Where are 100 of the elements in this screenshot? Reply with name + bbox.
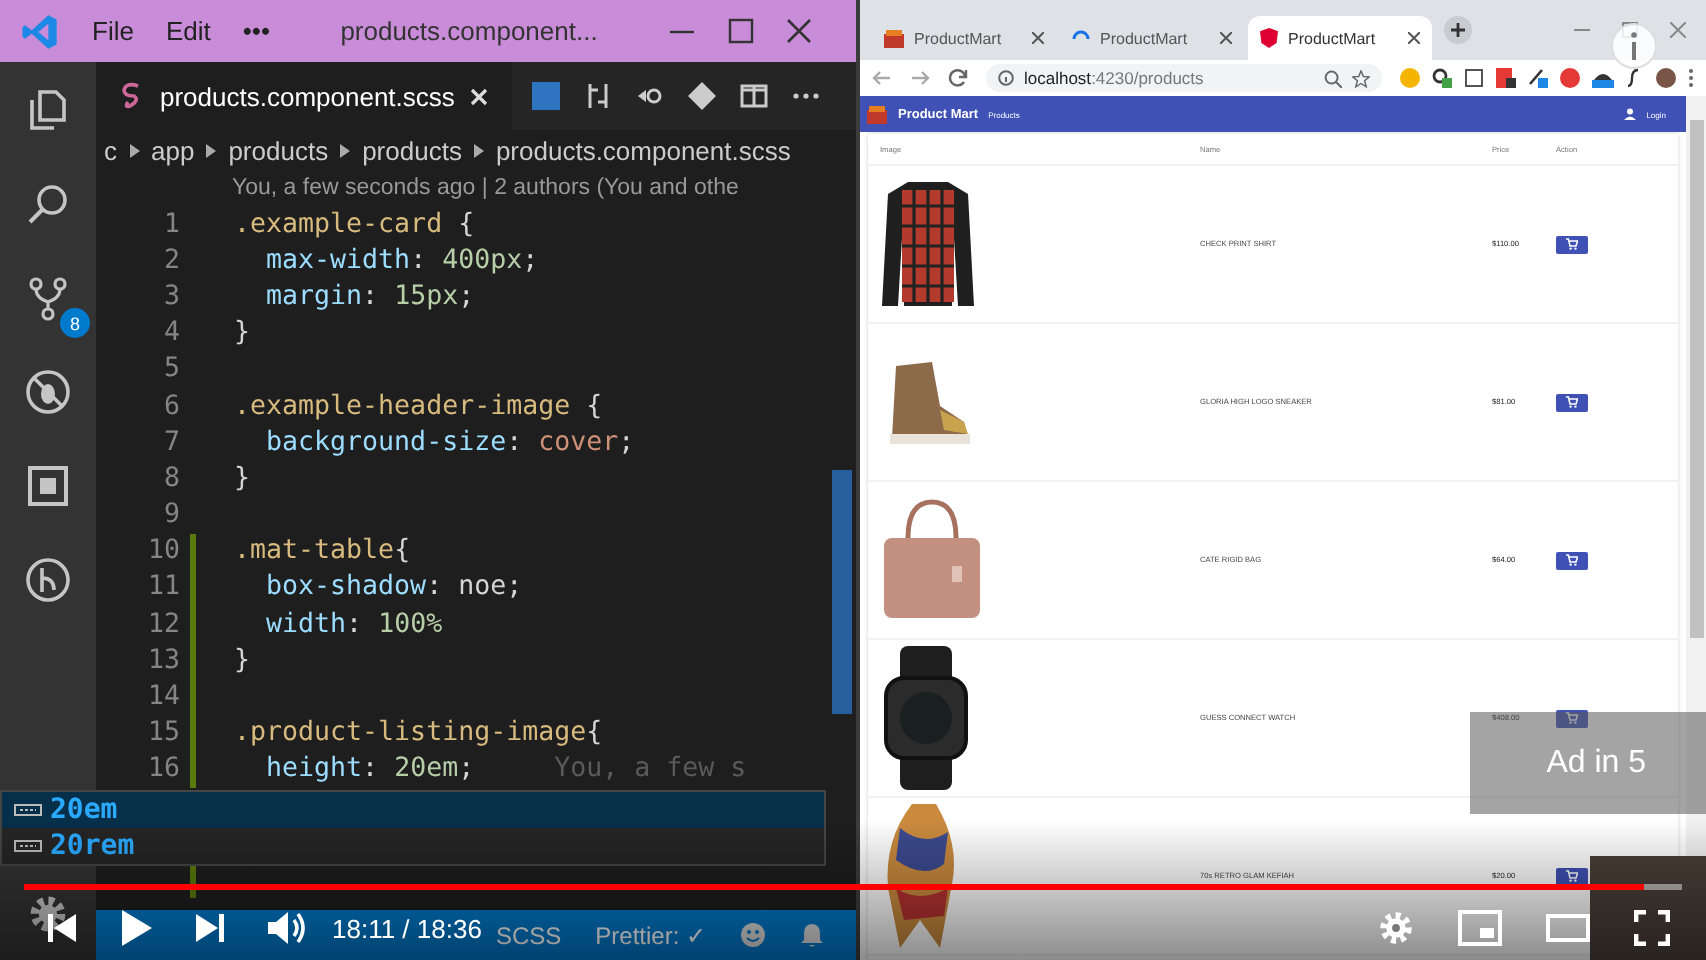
add-to-cart-button[interactable]	[1556, 393, 1588, 411]
breadcrumb-item[interactable]: c	[104, 135, 117, 165]
new-tab-icon[interactable]	[1444, 16, 1472, 44]
breadcrumb-item[interactable]: products	[362, 135, 462, 165]
line-number: 2	[163, 245, 180, 276]
line-number: 10	[147, 536, 180, 567]
line-number: 14	[147, 682, 180, 713]
changes-badge: 8	[60, 308, 90, 338]
line-number: 16	[147, 754, 180, 785]
line-number: 8	[163, 463, 180, 494]
code-line: }	[234, 463, 251, 494]
code-line: }	[234, 645, 251, 676]
code-line: }	[234, 318, 251, 349]
handbag-drawing	[880, 498, 984, 622]
browser-tab[interactable]: ProductMart	[1248, 16, 1432, 60]
cart-icon	[1566, 712, 1578, 724]
user-icon[interactable]	[1624, 108, 1637, 120]
code-line: .example-card {	[234, 209, 475, 240]
reload-icon[interactable]	[948, 68, 968, 88]
wristwatch-drawing	[880, 646, 972, 790]
miniplayer-icon[interactable]	[1458, 910, 1502, 946]
code-line: width: 100%	[264, 609, 443, 640]
previous-icon[interactable]	[48, 912, 76, 944]
star-icon[interactable]	[1352, 69, 1370, 87]
theater-mode-icon[interactable]	[1546, 912, 1590, 944]
volume-icon[interactable]	[268, 910, 308, 946]
smiley-icon[interactable]	[740, 922, 766, 948]
typescript-icon[interactable]	[532, 82, 561, 110]
suggestion-item[interactable]: 20rem	[2, 828, 824, 864]
breadcrumb-item[interactable]: products.component.scss	[495, 135, 791, 165]
menu-item[interactable]: Edit	[165, 16, 211, 46]
extension-icon[interactable]	[1626, 68, 1644, 88]
unit-icon	[14, 804, 42, 816]
video-time: 18:11 / 18:36	[332, 913, 482, 943]
menu-item[interactable]: •••	[242, 16, 271, 46]
code-line: height: 20em;	[264, 754, 475, 785]
fullscreen-icon[interactable]	[1634, 910, 1670, 946]
scrollbar-thumb[interactable]	[832, 470, 852, 714]
code-lens[interactable]: You, a few seconds ago | 2 authors (You and othe	[96, 170, 856, 206]
line-number: 15	[147, 718, 180, 749]
extension-icon[interactable]	[1496, 68, 1516, 88]
editor-tab[interactable]: products.component.scss	[96, 62, 513, 130]
files-icon[interactable]	[24, 86, 72, 134]
store-icon	[884, 29, 904, 47]
address-bar[interactable]: localhost:4230/products	[986, 64, 1382, 92]
cart-icon	[1566, 870, 1578, 882]
extension-icon[interactable]	[1432, 68, 1452, 88]
line-number: 11	[147, 572, 180, 603]
no-bug-icon[interactable]	[24, 368, 72, 416]
add-to-cart-button[interactable]	[1556, 235, 1588, 253]
add-to-cart-button[interactable]	[1556, 867, 1588, 885]
line-number: 5	[163, 354, 180, 385]
maximize-icon[interactable]	[728, 18, 754, 44]
extension-icon[interactable]	[1464, 68, 1484, 88]
search-icon[interactable]	[24, 180, 72, 228]
browser-tab[interactable]: ProductMart	[1060, 16, 1244, 60]
menu-icon[interactable]	[1688, 68, 1694, 88]
line-number: 13	[147, 645, 180, 676]
add-to-cart-button[interactable]	[1556, 551, 1588, 569]
compare-icon[interactable]	[584, 82, 613, 110]
shirt-drawing	[880, 178, 976, 310]
menu-item[interactable]: File	[92, 16, 134, 46]
add-to-cart-button[interactable]	[1556, 709, 1588, 727]
code-line: max-width: 400px;	[264, 245, 539, 276]
line-number: 6	[163, 391, 180, 422]
profile-icon[interactable]	[1656, 68, 1676, 88]
line-number: 9	[163, 500, 180, 531]
breadcrumb-item[interactable]: products	[228, 135, 329, 165]
scrollbar-thumb[interactable]	[1689, 120, 1703, 639]
settings-icon[interactable]	[26, 892, 70, 936]
close-icon[interactable]	[1220, 32, 1232, 44]
cart-icon	[1566, 554, 1578, 566]
close-icon[interactable]	[1408, 32, 1420, 44]
unit-icon	[14, 840, 42, 852]
sass-icon	[120, 82, 144, 110]
zoom-icon[interactable]	[1324, 69, 1342, 87]
play-icon[interactable]	[120, 908, 152, 948]
store-icon	[866, 105, 888, 123]
split-editor-icon[interactable]	[740, 82, 769, 110]
info-icon[interactable]	[998, 70, 1014, 86]
line-number: 4	[163, 318, 180, 349]
bell-icon[interactable]	[800, 922, 824, 948]
extension-icon[interactable]	[1528, 68, 1548, 88]
editor-logo-icon	[20, 11, 60, 51]
extensions-icon[interactable]	[24, 462, 72, 510]
breadcrumb-item[interactable]: app	[151, 135, 195, 165]
more-icon[interactable]	[792, 92, 821, 100]
line-number: 3	[163, 281, 180, 312]
code-line: background-size: cover;	[264, 427, 635, 458]
next-icon[interactable]	[196, 912, 224, 944]
branch-icon[interactable]	[24, 274, 72, 322]
browser-tab[interactable]: ProductMart	[872, 16, 1056, 60]
inline-blame: You, a few s	[554, 754, 747, 785]
code-line: .mat-table{	[234, 536, 411, 567]
shield-icon	[1260, 28, 1278, 48]
code-line: margin: 15px;	[264, 281, 475, 312]
window-title: products.component...	[338, 16, 600, 46]
close-icon[interactable]	[1032, 32, 1044, 44]
suggestion-item[interactable]: 20em	[2, 792, 824, 828]
extension-icon[interactable]	[1592, 68, 1614, 88]
